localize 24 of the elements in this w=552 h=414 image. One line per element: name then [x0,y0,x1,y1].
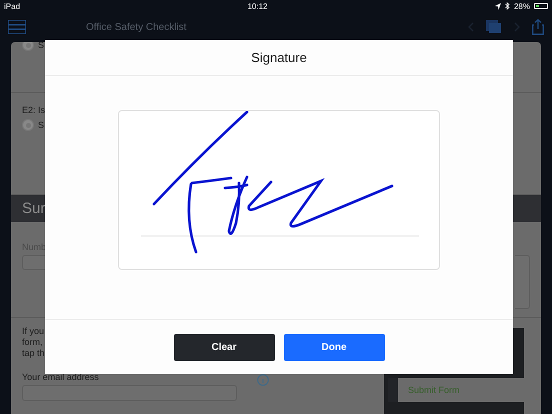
copy-icon[interactable] [486,20,502,34]
location-icon [494,2,501,10]
instruction-text: If you form, tap th [22,326,45,359]
radio-button[interactable] [22,119,34,131]
carrier-label: iPad [4,2,20,10]
clock: 10:12 [247,2,268,10]
nav-title: Office Safety Checklist [86,22,188,32]
share-icon[interactable] [532,19,544,35]
clear-button[interactable]: Clear [174,334,274,360]
radio-button[interactable] [22,42,34,51]
bluetooth-icon [504,2,510,10]
field-label: Your email address [22,372,100,382]
chevron-left-icon[interactable] [468,22,474,32]
signature-pad[interactable] [118,110,440,270]
dialog-title: Signature [45,40,513,76]
menu-icon[interactable] [8,20,26,34]
battery-icon [534,3,548,9]
option-label: S [38,42,44,50]
done-button[interactable]: Done [284,334,384,360]
question-label: E2: Is [22,105,46,115]
battery-percent: 28% [514,2,530,10]
info-icon[interactable] [257,374,269,386]
chevron-right-icon[interactable] [514,22,520,32]
option-label: S [38,120,44,130]
